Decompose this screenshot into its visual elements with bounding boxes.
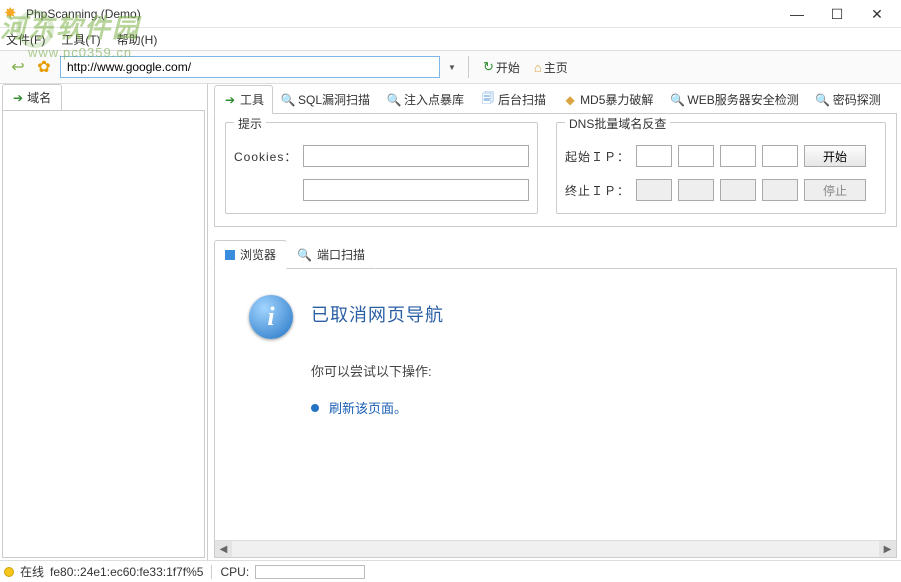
menu-file[interactable]: 文件(F): [6, 31, 45, 48]
search-icon: 🔍: [387, 93, 401, 107]
tool-body: 提示 Cookies： Cookies： DNS批量域名反查 起始ＩＰ： 开始: [214, 114, 897, 227]
cookies-input[interactable]: [303, 145, 529, 167]
tab-password[interactable]: 🔍密码探测: [807, 85, 890, 114]
home-button[interactable]: ⌂ 主页: [530, 57, 572, 78]
end-ip-2[interactable]: [678, 179, 714, 201]
browser-subtitle: 你可以尝试以下操作:: [311, 361, 444, 380]
tab-sqlscan[interactable]: 🔍SQL漏洞扫描: [272, 85, 379, 114]
arrow-icon: ➔: [223, 93, 237, 107]
tab-browser-label: 浏览器: [240, 246, 276, 263]
cube-icon: ◆: [563, 93, 577, 107]
status-bar: 在线 fe80::24e1:ec60:fe33:1f7f%5 CPU:: [0, 560, 901, 582]
minimize-button[interactable]: —: [777, 2, 817, 26]
tab-browser[interactable]: 浏览器: [214, 240, 287, 269]
start-ip-3[interactable]: [720, 145, 756, 167]
favorite-icon[interactable]: ✿: [34, 57, 54, 77]
scroll-left-icon[interactable]: ◀: [215, 541, 232, 558]
tab-portscan[interactable]: 🔍 端口扫描: [286, 240, 376, 269]
window-title: PhpScanning.(Demo): [26, 7, 777, 21]
tab-adminscan-label: 后台扫描: [498, 91, 546, 108]
scroll-right-icon[interactable]: ▶: [879, 541, 896, 558]
left-tabstrip: ➔ 域名: [0, 84, 207, 110]
maximize-button[interactable]: ☐: [817, 2, 857, 26]
tab-password-label: 密码探测: [833, 91, 881, 108]
horizontal-scrollbar[interactable]: ◀ ▶: [215, 540, 896, 557]
close-button[interactable]: ✕: [857, 2, 897, 26]
hint-legend: 提示: [234, 115, 266, 132]
address-bar: ↩ ✿ ▼ ↻ 开始 ⌂ 主页: [0, 50, 901, 84]
tab-portscan-label: 端口扫描: [317, 246, 365, 263]
start-ip-2[interactable]: [678, 145, 714, 167]
url-dropdown-icon[interactable]: ▼: [446, 63, 458, 72]
home-label: 主页: [544, 59, 568, 76]
search-icon: 🔍: [670, 93, 684, 107]
tab-tools[interactable]: ➔工具: [214, 85, 273, 114]
dns-fieldset: DNS批量域名反查 起始ＩＰ： 开始 终止ＩＰ： 停止: [556, 122, 886, 214]
start-button[interactable]: ↻ 开始: [479, 57, 524, 78]
refresh-icon: ↻: [483, 59, 494, 75]
cookies-label: Cookies：: [234, 148, 297, 165]
tab-domain[interactable]: ➔ 域名: [2, 84, 62, 110]
separator: [211, 565, 212, 579]
square-icon: [225, 250, 235, 260]
menu-help[interactable]: 帮助(H): [117, 31, 158, 48]
dns-start-button[interactable]: 开始: [804, 145, 866, 167]
home-icon: ⌂: [534, 60, 542, 75]
mid-tabstrip: 浏览器 🔍 端口扫描: [214, 241, 897, 269]
tab-adminscan[interactable]: 🗐后台扫描: [472, 85, 555, 114]
bullet-icon: [311, 404, 319, 412]
cpu-progress: [255, 565, 365, 579]
start-ip-4[interactable]: [762, 145, 798, 167]
status-ip: fe80::24e1:ec60:fe33:1f7f%5: [50, 565, 203, 579]
copy-icon: 🗐: [481, 93, 495, 107]
titlebar: ✸ PhpScanning.(Demo) — ☐ ✕: [0, 0, 901, 28]
tab-domain-label: 域名: [27, 89, 51, 106]
search-icon: 🔍: [297, 248, 312, 262]
cookies-input-2[interactable]: [303, 179, 529, 201]
tab-webserver-label: WEB服务器安全检测: [687, 91, 798, 108]
url-input[interactable]: [60, 56, 440, 78]
end-ip-label: 终止ＩＰ：: [565, 182, 630, 199]
dns-stop-button[interactable]: 停止: [804, 179, 866, 201]
hint-fieldset: 提示 Cookies： Cookies：: [225, 122, 538, 214]
menu-tools[interactable]: 工具(T): [61, 31, 100, 48]
left-panel: ➔ 域名: [0, 84, 208, 560]
start-ip-label: 起始ＩＰ：: [565, 148, 630, 165]
search-icon: 🔍: [281, 93, 295, 107]
tab-webserver[interactable]: 🔍WEB服务器安全检测: [661, 85, 807, 114]
dns-legend: DNS批量域名反查: [565, 115, 670, 132]
main-area: ➔ 域名 ➔工具 🔍SQL漏洞扫描 🔍注入点暴库 🗐后台扫描 ◆MD5暴力破解 …: [0, 84, 901, 560]
end-ip-1[interactable]: [636, 179, 672, 201]
right-panel: ➔工具 🔍SQL漏洞扫描 🔍注入点暴库 🗐后台扫描 ◆MD5暴力破解 🔍WEB服…: [208, 84, 901, 560]
browser-message: i 已取消网页导航 你可以尝试以下操作: 刷新该页面。: [249, 295, 876, 417]
top-tabstrip: ➔工具 🔍SQL漏洞扫描 🔍注入点暴库 🗐后台扫描 ◆MD5暴力破解 🔍WEB服…: [214, 86, 897, 114]
domain-list[interactable]: [2, 110, 205, 558]
tab-injection-label: 注入点暴库: [404, 91, 464, 108]
tab-sqlscan-label: SQL漏洞扫描: [298, 91, 370, 108]
menubar: 文件(F) 工具(T) 帮助(H): [0, 28, 901, 50]
status-online: 在线: [20, 563, 44, 580]
app-icon: ✸: [4, 6, 20, 22]
end-ip-3[interactable]: [720, 179, 756, 201]
tab-md5-label: MD5暴力破解: [580, 91, 653, 108]
back-icon[interactable]: ↩: [8, 57, 28, 77]
refresh-link[interactable]: 刷新该页面。: [311, 398, 444, 417]
separator: [468, 56, 469, 78]
tab-tools-label: 工具: [240, 91, 264, 108]
start-ip-1[interactable]: [636, 145, 672, 167]
browser-title: 已取消网页导航: [311, 301, 444, 327]
info-icon: i: [249, 295, 293, 339]
cpu-label: CPU:: [220, 565, 249, 579]
refresh-link-label: 刷新该页面。: [329, 398, 407, 417]
status-dot-icon: [4, 567, 14, 577]
arrow-icon: ➔: [13, 91, 23, 105]
start-label: 开始: [496, 59, 520, 76]
end-ip-4[interactable]: [762, 179, 798, 201]
tab-md5[interactable]: ◆MD5暴力破解: [554, 85, 662, 114]
browser-pane: i 已取消网页导航 你可以尝试以下操作: 刷新该页面。 ◀ ▶: [214, 269, 897, 558]
search-icon: 🔍: [816, 93, 830, 107]
tab-injection[interactable]: 🔍注入点暴库: [378, 85, 473, 114]
